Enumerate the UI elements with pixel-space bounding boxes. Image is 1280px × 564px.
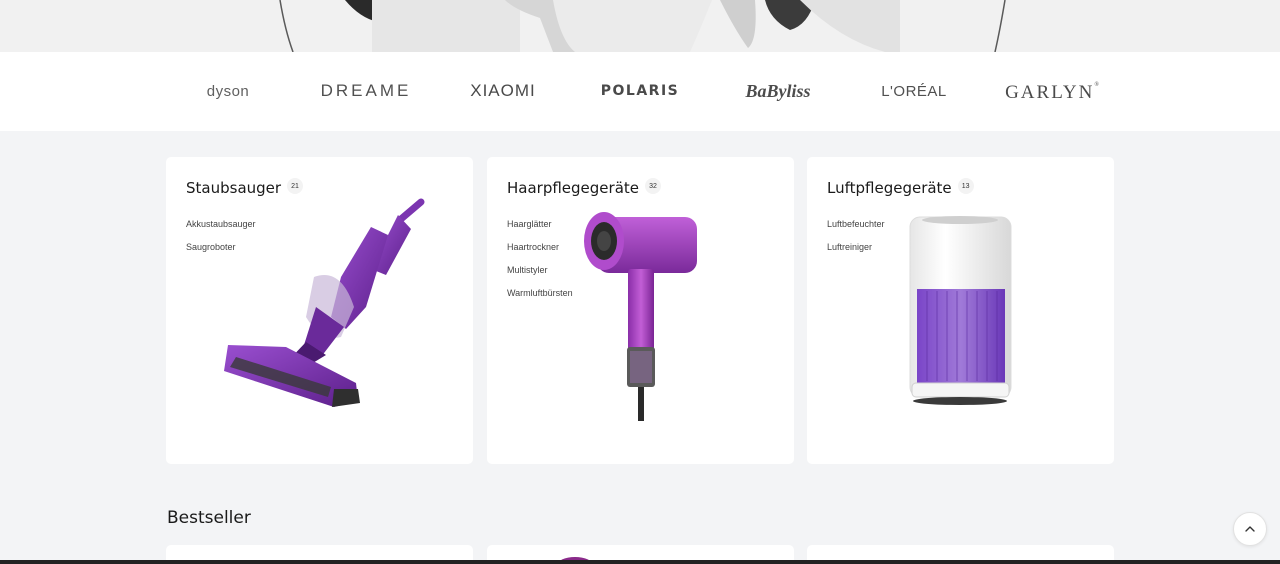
subcategory-list: Haarglätter Haartrockner Multistyler War…	[507, 213, 573, 305]
category-card-luftpflegegeraete[interactable]: Luftpflegegeräte 13 Luftbefeuchter Luftr…	[807, 157, 1114, 464]
brand-bar: dyson DREAME XIAOMI POLARIS BaByliss L'O…	[0, 52, 1280, 131]
hair-dryer-image	[584, 212, 697, 421]
brand-logo-babyliss[interactable]: BaByliss	[738, 79, 818, 103]
vacuum-cleaner-image	[224, 198, 425, 407]
chevron-up-icon	[1245, 526, 1255, 532]
hero-image	[0, 0, 1280, 52]
brand-logo-loreal[interactable]: L'ORÉAL	[876, 79, 952, 103]
scroll-to-top-button[interactable]	[1233, 512, 1267, 546]
brand-logo-dreame[interactable]: DREAME	[316, 79, 416, 103]
section-title-bestseller: Bestseller	[167, 508, 251, 528]
category-card-staubsauger[interactable]: Staubsauger 21 Akkustaubsauger Saugrobot…	[166, 157, 473, 464]
subcategory-link-saugroboter[interactable]: Saugroboter	[186, 236, 256, 259]
subcategory-link-luftreiniger[interactable]: Luftreiniger	[827, 236, 885, 259]
brand-logo-polaris[interactable]: POLARIS	[594, 79, 686, 103]
subcategory-link-haartrockner[interactable]: Haartrockner	[507, 236, 573, 259]
subcategory-link-akkustaubsauger[interactable]: Akkustaubsauger	[186, 213, 256, 236]
subcategory-list: Luftbefeuchter Luftreiniger	[827, 213, 885, 259]
brand-logo-xiaomi[interactable]: XIAOMI	[465, 79, 541, 103]
subcategory-link-haarglaetter[interactable]: Haarglätter	[507, 213, 573, 236]
hero-banner	[0, 0, 1280, 52]
subcategory-link-warmluftbuersten[interactable]: Warmluftbürsten	[507, 282, 573, 305]
subcategory-list: Akkustaubsauger Saugroboter	[186, 213, 256, 259]
air-purifier-image	[909, 216, 1012, 405]
bottom-edge	[0, 560, 1280, 564]
brand-logo-garlyn[interactable]: GARLYN ®	[1004, 81, 1100, 105]
brand-logo-dyson[interactable]: dyson	[190, 79, 266, 103]
subcategory-link-multistyler[interactable]: Multistyler	[507, 259, 573, 282]
subcategory-link-luftbefeuchter[interactable]: Luftbefeuchter	[827, 213, 885, 236]
brand-logo-garlyn-text: GARLYN	[1005, 82, 1095, 103]
category-card-haarpflegegeraete[interactable]: Haarpflegegeräte 32 Haarglätter Haartroc…	[487, 157, 794, 464]
registered-mark: ®	[1094, 82, 1099, 88]
